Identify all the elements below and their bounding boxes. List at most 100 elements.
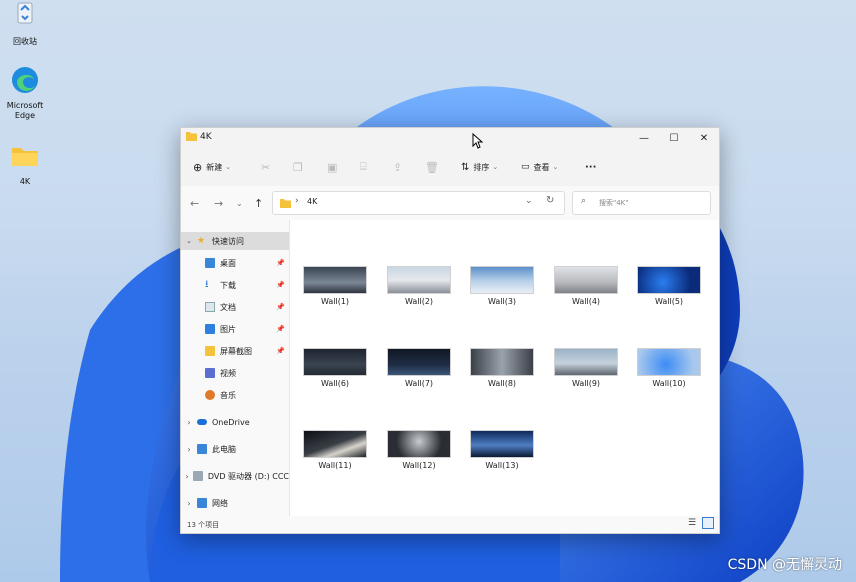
sort-button-label: 排序 bbox=[473, 162, 490, 172]
dvd-icon bbox=[192, 471, 203, 481]
search-box[interactable]: ⌕ 搜索"4K" bbox=[572, 191, 711, 215]
sidebar-item-music[interactable]: 音乐 bbox=[181, 386, 289, 404]
file-item[interactable]: Wall(12) bbox=[384, 430, 454, 470]
edge-icon bbox=[12, 67, 38, 93]
desktop-icon-label: Microsoft Edge bbox=[6, 101, 44, 120]
details-view-icon[interactable]: ☰ bbox=[688, 518, 696, 528]
address-dropdown-icon[interactable]: ⌄ bbox=[525, 196, 533, 206]
desktop-icon-recycle-bin[interactable]: 回收站 bbox=[0, 0, 50, 47]
document-icon bbox=[205, 302, 215, 312]
file-item[interactable]: Wall(9) bbox=[551, 348, 621, 388]
search-icon: ⌕ bbox=[581, 196, 587, 206]
image-thumbnail bbox=[387, 266, 451, 294]
sidebar-item-downloads[interactable]: ⭳ 下载 📌 bbox=[181, 276, 289, 294]
share-icon[interactable]: ⇪ bbox=[393, 160, 402, 174]
image-thumbnail bbox=[554, 266, 618, 294]
file-item[interactable]: Wall(7) bbox=[384, 348, 454, 388]
desktop-icon-edge[interactable]: Microsoft Edge bbox=[0, 64, 50, 121]
sort-button[interactable]: ⇅ 排序 ⌄ bbox=[461, 160, 498, 174]
close-button[interactable]: ✕ bbox=[689, 128, 719, 148]
sidebar-item-label: 桌面 bbox=[220, 258, 236, 268]
file-item[interactable]: Wall(13) bbox=[467, 430, 537, 470]
file-name: Wall(10) bbox=[652, 379, 686, 388]
chevron-down-icon: ⌄ bbox=[225, 163, 232, 171]
file-item[interactable]: Wall(2) bbox=[384, 266, 454, 306]
file-name: Wall(11) bbox=[318, 461, 352, 470]
desktop-icon-4k-folder[interactable]: 4K bbox=[0, 140, 50, 187]
sidebar-item-onedrive[interactable]: › OneDrive bbox=[181, 413, 289, 431]
back-arrow-icon[interactable]: ← bbox=[190, 197, 199, 210]
file-name: Wall(7) bbox=[404, 379, 434, 388]
file-item[interactable]: Wall(1) bbox=[300, 266, 370, 306]
desktop-icon bbox=[205, 258, 215, 268]
copy-icon[interactable]: ❐ bbox=[293, 160, 303, 174]
file-item[interactable]: Wall(4) bbox=[551, 266, 621, 306]
chevron-right-icon: › bbox=[187, 417, 191, 427]
up-arrow-icon[interactable]: ↑ bbox=[254, 197, 263, 210]
search-placeholder: 搜索"4K" bbox=[599, 199, 629, 207]
refresh-icon[interactable]: ↻ bbox=[546, 195, 554, 206]
sidebar-item-this-pc[interactable]: › 此电脑 bbox=[181, 440, 289, 458]
window-title: 4K bbox=[200, 132, 212, 142]
mouse-cursor-icon bbox=[472, 133, 484, 149]
file-name: Wall(12) bbox=[402, 461, 436, 470]
file-item[interactable]: Wall(3) bbox=[467, 266, 537, 306]
pictures-icon bbox=[205, 324, 215, 334]
sidebar-item-label: 网络 bbox=[212, 498, 228, 508]
thumbnail-view-icon[interactable] bbox=[702, 517, 714, 529]
sidebar-item-videos[interactable]: 视频 bbox=[181, 364, 289, 382]
recent-chevron-icon[interactable]: ⌄ bbox=[236, 199, 243, 208]
sidebar-item-desktop[interactable]: 桌面 📌 bbox=[181, 254, 289, 272]
sidebar-item-network[interactable]: › 网络 bbox=[181, 494, 289, 512]
navigation-pane: ⌄ ★ 快速访问 桌面 📌 ⭳ 下载 📌 文档 📌 图片 📌 屏幕截图 📌 视频… bbox=[181, 220, 290, 516]
paste-icon[interactable]: ▣ bbox=[327, 160, 337, 174]
command-bar: ⊕ 新建 ⌄ ✂ ❐ ▣ ⌸ ⇪ 🗑 ⇅ 排序 ⌄ ▭ 查看 ⌄ ··· bbox=[181, 148, 719, 187]
chevron-down-icon: ⌄ bbox=[552, 163, 559, 171]
sidebar-item-screenshots[interactable]: 屏幕截图 📌 bbox=[181, 342, 289, 360]
new-button[interactable]: ⊕ 新建 ⌄ bbox=[193, 160, 231, 174]
image-thumbnail bbox=[387, 348, 451, 376]
pc-icon bbox=[197, 444, 207, 454]
maximize-button[interactable]: ☐ bbox=[659, 128, 689, 148]
cut-icon[interactable]: ✂ bbox=[261, 160, 270, 174]
file-item[interactable]: Wall(10) bbox=[634, 348, 704, 388]
pin-icon: 📌 bbox=[276, 259, 285, 267]
image-thumbnail bbox=[470, 430, 534, 458]
minimize-button[interactable]: — bbox=[629, 128, 659, 148]
file-name: Wall(1) bbox=[320, 297, 350, 306]
pin-icon: 📌 bbox=[276, 303, 285, 311]
more-button[interactable]: ··· bbox=[585, 160, 596, 174]
file-item[interactable]: Wall(8) bbox=[467, 348, 537, 388]
file-item[interactable]: Wall(11) bbox=[300, 430, 370, 470]
breadcrumb-4k[interactable]: 4K bbox=[307, 197, 317, 206]
desktop-icon-label: 4K bbox=[19, 177, 31, 186]
delete-icon[interactable]: 🗑 bbox=[425, 160, 439, 174]
pin-icon: 📌 bbox=[276, 325, 285, 333]
file-name: Wall(6) bbox=[320, 379, 350, 388]
file-item[interactable]: Wall(6) bbox=[300, 348, 370, 388]
sidebar-item-label: 图片 bbox=[220, 324, 236, 334]
forward-arrow-icon[interactable]: → bbox=[214, 197, 223, 210]
address-bar[interactable]: › 4K ⌄ ↻ bbox=[272, 191, 565, 215]
sidebar-item-pictures[interactable]: 图片 📌 bbox=[181, 320, 289, 338]
file-item[interactable]: Wall(5) bbox=[634, 266, 704, 306]
title-bar[interactable]: 4K — ☐ ✕ bbox=[181, 128, 719, 148]
view-button[interactable]: ▭ 查看 ⌄ bbox=[521, 160, 558, 174]
rename-icon[interactable]: ⌸ bbox=[360, 160, 367, 174]
sidebar-item-label: OneDrive bbox=[212, 417, 250, 427]
file-name: Wall(9) bbox=[571, 379, 601, 388]
folder-icon bbox=[205, 346, 215, 356]
folder-icon bbox=[280, 199, 291, 208]
network-icon bbox=[197, 498, 207, 508]
sidebar-item-label: 下载 bbox=[220, 280, 236, 290]
breadcrumb-separator: › bbox=[295, 196, 299, 206]
sidebar-item-documents[interactable]: 文档 📌 bbox=[181, 298, 289, 316]
cloud-icon bbox=[197, 419, 207, 425]
watermark: CSDN @无懈灵动 bbox=[727, 557, 842, 573]
sidebar-item-dvd-drive[interactable]: › DVD 驱动器 (D:) CCC bbox=[181, 467, 289, 485]
sidebar-item-quick-access[interactable]: ⌄ ★ 快速访问 bbox=[181, 232, 289, 250]
image-thumbnail bbox=[303, 266, 367, 294]
pin-icon: 📌 bbox=[276, 281, 285, 289]
pin-icon: 📌 bbox=[276, 347, 285, 355]
file-name: Wall(13) bbox=[485, 461, 519, 470]
